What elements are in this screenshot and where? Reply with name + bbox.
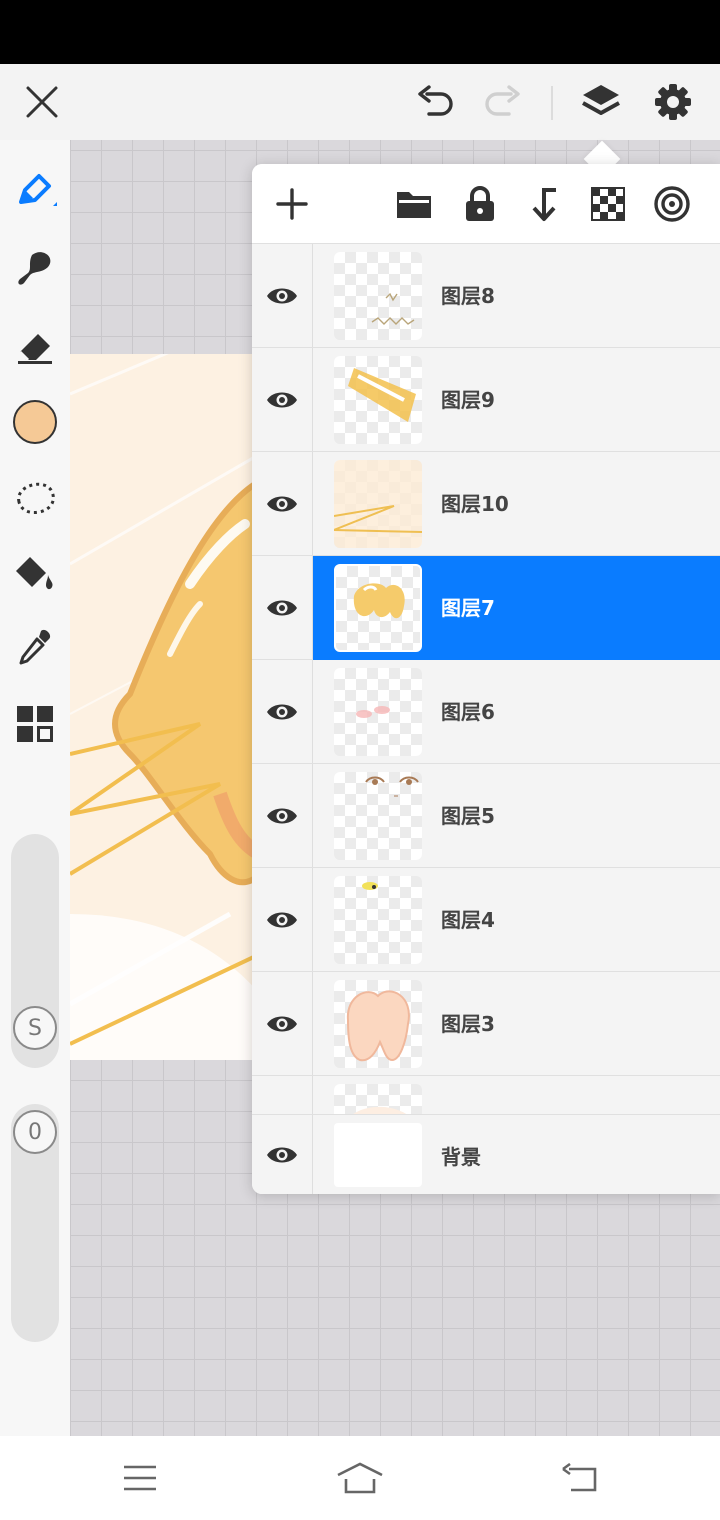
redo-icon[interactable]	[477, 78, 525, 126]
visibility-eye-icon[interactable]	[252, 764, 313, 867]
reference-icon[interactable]	[648, 180, 696, 228]
layer-thumbnail	[334, 1123, 422, 1187]
layer-name: 背景	[441, 1145, 481, 1169]
settings-icon[interactable]	[649, 78, 697, 126]
back-icon[interactable]	[550, 1454, 610, 1502]
layer-row[interactable]: 图层10	[252, 452, 720, 556]
layer-row[interactable]: 图层9	[252, 348, 720, 452]
layer-row[interactable]: 图层5	[252, 764, 720, 868]
layer-thumbnail	[334, 668, 422, 756]
menu-icon[interactable]	[110, 1454, 170, 1502]
layer-thumbnail	[334, 460, 422, 548]
visibility-eye-icon[interactable]	[252, 868, 313, 971]
status-bar	[0, 0, 720, 64]
top-toolbar	[0, 64, 720, 140]
layer-name: 图层5	[441, 804, 495, 828]
undo-icon[interactable]	[413, 78, 461, 126]
visibility-eye-icon[interactable]	[252, 556, 313, 659]
layer-name: 图层3	[441, 1012, 495, 1036]
layer-thumbnail	[334, 980, 422, 1068]
layer-thumbnail	[334, 772, 422, 860]
close-icon[interactable]	[18, 78, 66, 126]
layer-thumbnail	[334, 876, 422, 964]
pen-icon[interactable]	[11, 166, 59, 214]
layer-panel: 图层8 图层9 图层10 图层7 图层6 图层5 图层4 图层3 背景	[252, 164, 720, 1194]
layer-row[interactable]: 图层4	[252, 868, 720, 972]
left-toolbar: S 0	[0, 140, 70, 1436]
folder-icon[interactable]	[390, 180, 438, 228]
layer-thumbnail	[334, 564, 422, 652]
visibility-eye-icon[interactable]	[252, 660, 313, 763]
layer-row-selected[interactable]: 图层7	[252, 556, 720, 660]
artwork	[70, 354, 260, 1060]
visibility-eye-icon[interactable]	[252, 348, 313, 451]
app-root: S 0 图层8 图层9 图层10 图层7 图层6 图层5 图层4 图层3 背景	[0, 0, 720, 1520]
color-swatch[interactable]	[11, 398, 59, 446]
fill-bucket-icon[interactable]	[11, 548, 59, 596]
opacity-badge: 0	[13, 1110, 57, 1154]
lock-icon[interactable]	[456, 180, 504, 228]
layer-row[interactable]: 图层8	[252, 244, 720, 348]
system-navbar	[0, 1436, 720, 1520]
eyedropper-icon[interactable]	[11, 624, 59, 672]
layer-name: 图层4	[441, 908, 495, 932]
layer-name: 图层10	[441, 492, 509, 516]
layer-list[interactable]: 图层8 图层9 图层10 图层7 图层6 图层5 图层4 图层3	[252, 244, 720, 1194]
visibility-eye-icon[interactable]	[252, 452, 313, 555]
layer-panel-toolbar	[252, 164, 720, 244]
add-icon[interactable]	[268, 180, 316, 228]
layer-row[interactable]: 图层6	[252, 660, 720, 764]
grid-panels-icon[interactable]	[11, 700, 59, 748]
layer-name: 图层9	[441, 388, 495, 412]
lasso-icon[interactable]	[11, 472, 59, 520]
layer-thumbnail	[334, 252, 422, 340]
visibility-eye-icon[interactable]	[252, 972, 313, 1075]
layer-name: 图层7	[441, 596, 495, 620]
size-badge: S	[13, 1006, 57, 1050]
background-layer-row[interactable]: 背景	[252, 1114, 720, 1194]
eraser-icon[interactable]	[11, 322, 59, 370]
visibility-eye-icon[interactable]	[252, 244, 313, 347]
layer-name: 图层6	[441, 700, 495, 724]
transparency-icon[interactable]	[584, 180, 632, 228]
toolbar-divider	[551, 86, 553, 120]
clipping-icon[interactable]	[520, 180, 568, 228]
home-icon[interactable]	[330, 1454, 390, 1502]
brush-icon[interactable]	[11, 244, 59, 292]
layer-name: 图层8	[441, 284, 495, 308]
layers-icon[interactable]	[577, 78, 625, 126]
layer-row[interactable]: 图层3	[252, 972, 720, 1076]
visibility-eye-icon[interactable]	[252, 1115, 313, 1194]
layer-thumbnail	[334, 356, 422, 444]
